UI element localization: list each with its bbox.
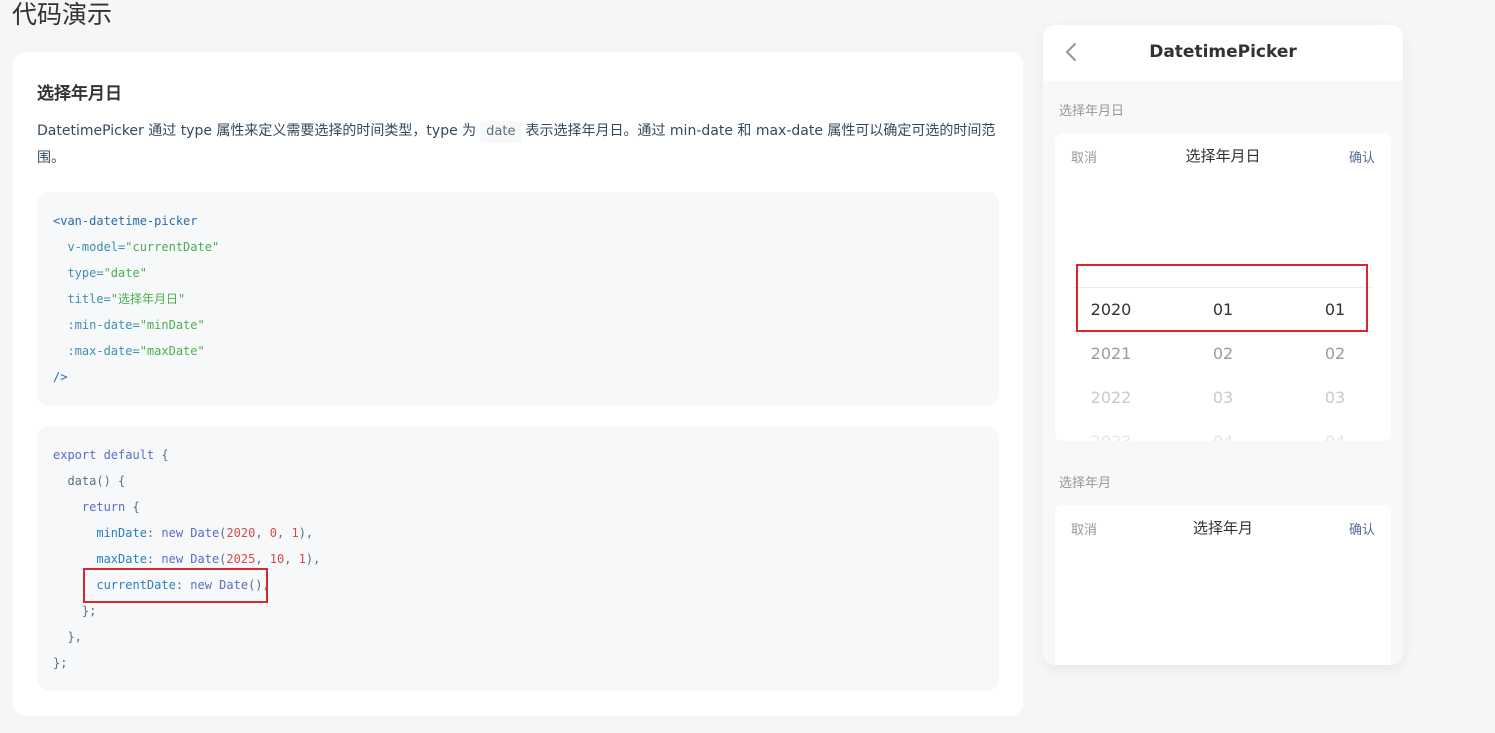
code-line: return { [53,494,983,520]
code-line: <van-datetime-picker [53,208,983,234]
inline-code-date: date [480,121,522,143]
picker-day-option[interactable]: 01 [1279,300,1391,319]
picker-month-option[interactable]: 03 [1167,388,1279,407]
picker-month-option[interactable]: 04 [1167,432,1279,442]
desc-text-1: DatetimePicker 通过 type 属性来定义需要选择的时间类型，ty… [37,123,477,139]
code-token: "date" [103,266,147,280]
code-line: /> [53,364,983,390]
doc-card: 选择年月日 DatetimePicker 通过 type 属性来定义需要选择的时… [13,52,1023,716]
code-token: , [277,526,292,540]
picker-columns[interactable]: 2020 01 01 2021 02 02 2022 03 03 2023 04… [1055,287,1391,442]
code-token: }, [53,630,82,644]
code-token: "maxDate" [139,344,205,358]
code-line: title="选择年月日" [53,286,983,312]
date-picker-ym[interactable]: 取消 选择年月 确认 [1055,505,1391,665]
picker-toolbar: 取消 选择年月 确认 [1055,505,1391,549]
code-token: 10 [269,552,285,566]
code-line: }; [53,598,983,624]
demo-section-title: 选择年月 [1059,476,1112,491]
code-token: "选择年月日" [110,292,186,306]
code-token: return [53,500,126,514]
code-token: maxDate [53,552,147,566]
picker-title: 选择年月日 [1185,147,1261,165]
code-line: minDate: new Date(2020, 0, 1), [53,520,983,546]
page-heading: 代码演示 [12,0,113,29]
code-token: new Date [161,526,220,540]
code-token: new Date [161,552,220,566]
demo-section-title: 选择年月日 [1059,104,1125,119]
code-token: ), [305,552,321,566]
code-token: }; [53,656,68,670]
code-token: "minDate" [139,318,205,332]
code-token: }; [53,604,97,618]
picker-toolbar: 取消 选择年月日 确认 [1055,133,1391,177]
code-token: 1 [298,552,306,566]
picker-option-row[interactable]: 2022 03 03 [1055,375,1391,419]
picker-day-option[interactable]: 04 [1279,432,1391,442]
nav-bar: DatetimePicker [1043,25,1403,81]
code-token: currentDate [53,578,176,592]
code-line: type="date" [53,260,983,286]
picker-month-option[interactable]: 02 [1167,344,1279,363]
code-token: title= [53,292,111,306]
date-picker-ymd[interactable]: 取消 选择年月日 确认 2020 01 01 2021 02 02 2022 0… [1055,133,1391,441]
code-line: export default { [53,442,983,468]
nav-title: DatetimePicker [1149,42,1297,62]
code-token: :min-date= [53,318,140,332]
code-token: , [255,526,270,540]
picker-option-row[interactable]: 2020 01 01 [1055,287,1391,331]
picker-year-option[interactable]: 2021 [1055,344,1167,363]
code-token: 2020 [226,526,256,540]
code-token: minDate [53,526,147,540]
code-token: : [175,578,191,592]
picker-year-option[interactable]: 2023 [1055,432,1167,442]
code-token: <van-datetime-picker [53,214,198,228]
code-token: data() { [53,474,126,488]
picker-option-row[interactable]: 2023 04 04 [1055,419,1391,442]
code-line: :min-date="minDate" [53,312,983,338]
code-token: : [146,526,162,540]
code-token: , [255,552,270,566]
phone-demo: DatetimePicker 选择年月日 取消 选择年月日 确认 2020 01… [1043,25,1403,665]
code-token: v-model= [53,240,126,254]
picker-day-option[interactable]: 03 [1279,388,1391,407]
code-token: 0 [269,526,277,540]
doc-description: DatetimePicker 通过 type 属性来定义需要选择的时间类型，ty… [37,118,1002,172]
picker-title: 选择年月 [1192,519,1253,537]
picker-day-option[interactable]: 02 [1279,344,1391,363]
code-token: "currentDate" [125,240,220,254]
code-token: new Date [190,578,249,592]
code-token: :max-date= [53,344,140,358]
code-token: ), [298,526,314,540]
code-token: : [146,552,162,566]
code-line: }; [53,650,983,676]
doc-section-title: 选择年月日 [37,84,122,104]
confirm-button[interactable]: 确认 [1349,147,1375,166]
code-token: /> [53,370,68,384]
code-token: , [284,552,299,566]
code-line: v-model="currentDate" [53,234,983,260]
code-line: currentDate: new Date(), [53,572,983,598]
confirm-button[interactable]: 确认 [1349,519,1375,538]
code-token: (), [248,578,270,592]
code-token: { [125,500,140,514]
picker-year-option[interactable]: 2022 [1055,388,1167,407]
code-token: 1 [291,526,299,540]
code-line: maxDate: new Date(2025, 10, 1), [53,546,983,572]
code-token: export default [53,448,155,462]
code-token: type= [53,266,104,280]
picker-year-option[interactable]: 2020 [1055,300,1167,319]
template-code-block: <van-datetime-picker v-model="currentDat… [37,192,999,406]
code-line: }, [53,624,983,650]
picker-option-row[interactable]: 2021 02 02 [1055,331,1391,375]
code-token: { [154,448,169,462]
code-line: :max-date="maxDate" [53,338,983,364]
script-code-block: export default { data() { return { minDa… [37,426,999,691]
code-token: 2025 [226,552,256,566]
code-line: data() { [53,468,983,494]
picker-month-option[interactable]: 01 [1167,300,1279,319]
